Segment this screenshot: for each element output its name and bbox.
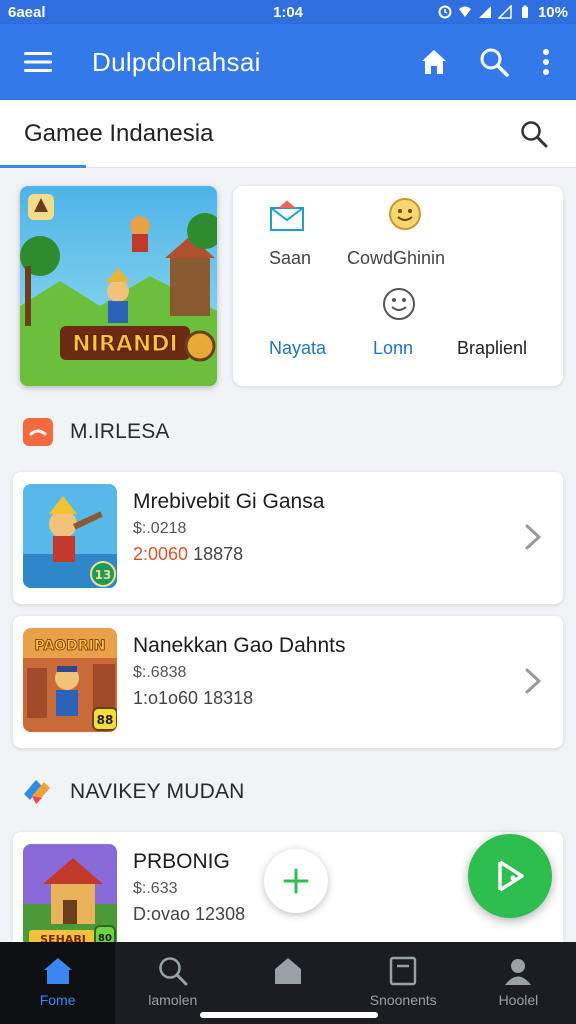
chevron-right-icon[interactable] bbox=[521, 666, 545, 696]
status-icons: 10% bbox=[438, 4, 568, 21]
alarm-icon bbox=[438, 5, 452, 19]
game-thumb-title: PAODRIN bbox=[34, 638, 105, 654]
game-thumbnail: 13 bbox=[23, 484, 117, 588]
battery-icon bbox=[521, 5, 528, 18]
search-input[interactable]: Gamee Indanesia bbox=[24, 120, 506, 148]
signal-icon bbox=[478, 6, 491, 18]
nav-label: Hoolel bbox=[498, 992, 539, 1008]
nav-label: Snoonents bbox=[369, 992, 437, 1008]
carrier-label: 6aeal bbox=[8, 3, 46, 21]
game-thumbnail: SEHABI 80 bbox=[23, 844, 117, 948]
battery-percent: 10% bbox=[537, 3, 568, 21]
featured-game-banner[interactable]: NIRANDI bbox=[20, 186, 217, 386]
quick-action-lonn[interactable]: Lonn bbox=[371, 286, 431, 362]
search-icon bbox=[159, 957, 188, 986]
game-price: $:.633 bbox=[133, 880, 178, 897]
search-bar: Gamee Indanesia bbox=[0, 100, 576, 168]
more-vertical-icon bbox=[543, 49, 549, 75]
game-stat-highlight: 2:0060 bbox=[133, 544, 189, 564]
game-artwork: PAODRIN 88 bbox=[23, 628, 117, 732]
game-price: $:.0218 bbox=[133, 520, 187, 537]
section-header-mirlesa: M.IRLESA bbox=[22, 416, 170, 448]
document-icon bbox=[389, 956, 417, 986]
game-badge: 88 bbox=[97, 713, 114, 727]
section-title: NAVIKEY MUDAN bbox=[70, 780, 245, 803]
section-title: M.IRLESA bbox=[70, 420, 170, 443]
home-indicator[interactable] bbox=[200, 1012, 378, 1018]
search-icon bbox=[521, 120, 548, 147]
quick-action-label: CowdGhinin bbox=[347, 248, 446, 268]
app-logo-icon bbox=[24, 780, 50, 804]
banner-title: NIRANDI bbox=[72, 332, 177, 357]
search-icon bbox=[480, 48, 509, 77]
signal-icon-2 bbox=[497, 5, 512, 19]
house-icon bbox=[275, 958, 301, 984]
nav-item-profile[interactable]: Hoolel bbox=[461, 942, 576, 1024]
chevron-right-icon[interactable] bbox=[521, 522, 545, 552]
game-price: $:.6838 bbox=[133, 664, 187, 681]
mail-icon bbox=[270, 200, 304, 231]
game-title: PRBONIG bbox=[133, 850, 230, 873]
game-stat-value: 18878 bbox=[193, 544, 244, 564]
search-button[interactable] bbox=[464, 32, 524, 92]
smile-coin-icon bbox=[389, 198, 421, 230]
nav-label: Fome bbox=[39, 992, 76, 1008]
game-badge: 13 bbox=[95, 568, 112, 582]
hamburger-icon bbox=[24, 52, 52, 72]
game-thumbnail: PAODRIN 88 bbox=[23, 628, 117, 732]
quick-action-cowdghinin[interactable]: CowdGhinin bbox=[345, 196, 465, 274]
game-title: Nanekkan Gao Dahnts bbox=[133, 634, 346, 657]
quick-action-nayata[interactable]: Nayata bbox=[269, 338, 326, 359]
game-stats: D:ovao 12308 bbox=[133, 904, 246, 924]
game-list-item[interactable]: PAODRIN 88 Nanekkan Gao Dahnts $:.6838 1… bbox=[13, 616, 563, 748]
quick-action-saan[interactable]: Saan bbox=[261, 200, 317, 274]
home-icon bbox=[43, 958, 72, 984]
quick-action-braplienl[interactable]: Braplienl bbox=[457, 338, 527, 359]
game-list-item[interactable]: 13 Mrebivebit Gi Gansa $:.0218 2:0060 18… bbox=[13, 472, 563, 604]
nav-item-home[interactable]: Fome bbox=[0, 942, 116, 1024]
featured-game-artwork: NIRANDI bbox=[20, 186, 217, 386]
overflow-menu-button[interactable] bbox=[524, 32, 568, 92]
profile-icon bbox=[505, 959, 532, 985]
search-focus-indicator bbox=[0, 165, 86, 168]
game-artwork: 13 bbox=[23, 484, 117, 588]
home-button[interactable] bbox=[404, 32, 464, 92]
game-artwork: SEHABI 80 bbox=[23, 844, 117, 948]
plus-icon bbox=[283, 868, 309, 894]
nav-label: lamolen bbox=[148, 992, 198, 1008]
play-button[interactable] bbox=[468, 834, 552, 918]
quick-action-label: Lonn bbox=[373, 338, 414, 358]
menu-button[interactable] bbox=[8, 32, 68, 92]
add-button[interactable] bbox=[264, 849, 328, 913]
status-bar: 6aeal 1:04 10% bbox=[0, 0, 576, 24]
wifi-icon bbox=[458, 6, 471, 17]
quick-actions-card: Saan CowdGhinin Lonn Nayata Braplienl bbox=[233, 186, 563, 386]
search-submit-button[interactable] bbox=[506, 106, 562, 162]
game-stats: 2:0060 18878 bbox=[133, 544, 243, 565]
home-icon bbox=[422, 50, 446, 74]
game-stats: 1:o1o60 18318 bbox=[133, 688, 254, 708]
game-title: Mrebivebit Gi Gansa bbox=[133, 490, 325, 513]
smiley-icon bbox=[383, 288, 415, 320]
play-icon bbox=[498, 860, 524, 892]
section-header-navikey-mudan: NAVIKEY MUDAN bbox=[22, 776, 245, 808]
quick-action-label: Saan bbox=[269, 248, 312, 268]
folder-icon bbox=[23, 418, 53, 446]
app-bar: Dulpdolnahsai bbox=[0, 24, 576, 100]
app-title: Dulpdolnahsai bbox=[92, 46, 261, 77]
